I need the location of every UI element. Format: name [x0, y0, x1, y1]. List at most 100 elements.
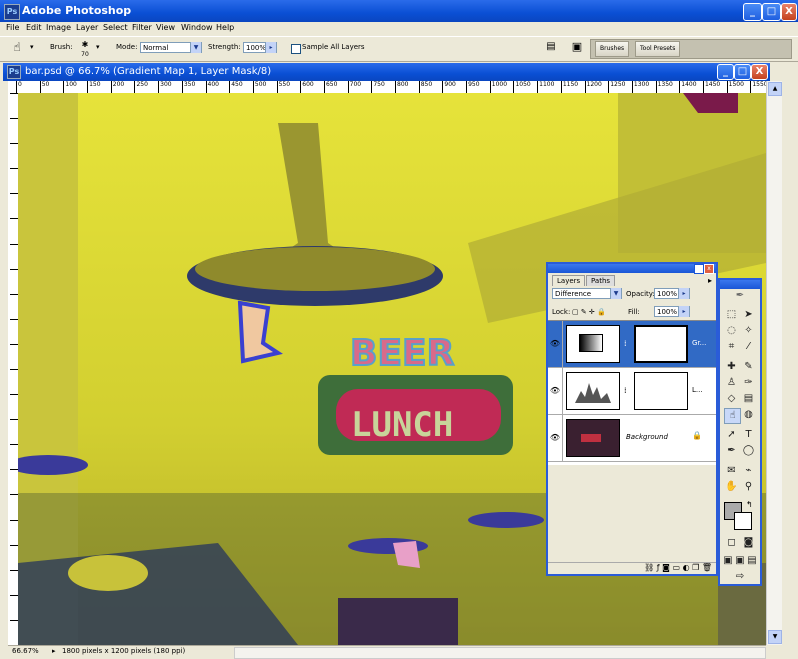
close-button[interactable]: X	[781, 3, 797, 21]
palette-menu-icon[interactable]: ▸	[708, 276, 712, 285]
eraser-tool-icon[interactable]: ◇	[724, 392, 739, 406]
jump-to-imageready-icon[interactable]: ⇨	[724, 570, 756, 584]
zoom-level[interactable]: 66.67%	[12, 647, 39, 655]
lock-icons[interactable]: ▢ ✎ ✛ 🔒	[572, 308, 606, 316]
eye-icon[interactable]: 👁	[548, 321, 563, 367]
layer-row[interactable]: 👁 ⁞ L...	[548, 368, 716, 415]
healing-brush-icon[interactable]: ✚	[724, 360, 739, 374]
status-bar: 66.67% ▸ 1800 pixels x 1200 pixels (180 …	[8, 645, 766, 659]
layer-row[interactable]: 👁 ⁞ Gr...	[548, 321, 716, 368]
dodge-tool-icon[interactable]: ◍	[741, 408, 756, 422]
ruler-tick-mark	[537, 81, 539, 93]
shape-tool-icon[interactable]: ◯	[741, 444, 756, 458]
layer-row[interactable]: 👁 Background 🔒	[548, 415, 716, 462]
brush-tool-icon[interactable]: ✎	[741, 360, 756, 374]
palette-options-icon[interactable]: ▤	[544, 41, 558, 55]
layer-style-icon[interactable]: ƒ	[657, 563, 660, 572]
smudge-tool-icon[interactable]: ☝	[724, 408, 741, 424]
crop-tool-icon[interactable]: ⌗	[724, 340, 739, 354]
eye-icon[interactable]: 👁	[548, 415, 563, 461]
marquee-tool-icon[interactable]: ⬚	[724, 308, 739, 322]
layer-mask-thumbnail[interactable]	[634, 372, 688, 410]
brush-preset-picker[interactable]: ✱ 70	[78, 40, 92, 58]
ruler-tick-mark	[10, 218, 18, 220]
eye-icon[interactable]: 👁	[548, 368, 563, 414]
vertical-scrollbar[interactable]: ▲ ▼	[766, 81, 782, 645]
minimize-button[interactable]: _	[743, 3, 762, 21]
adjustment-layer-icon[interactable]: ◐	[683, 563, 690, 572]
zoom-tool-icon[interactable]: ⚲	[741, 480, 756, 494]
add-mask-icon[interactable]: ◙	[662, 563, 670, 572]
ruler-tick-label: 400	[207, 81, 219, 88]
scroll-down-icon[interactable]: ▼	[768, 630, 782, 644]
ruler-tick-mark	[10, 494, 18, 496]
link-layers-icon[interactable]: ⛓	[644, 563, 654, 572]
hand-tool-icon[interactable]: ✋	[724, 480, 739, 494]
type-tool-icon[interactable]: T	[741, 428, 756, 442]
scroll-up-icon[interactable]: ▲	[768, 82, 782, 96]
menu-window[interactable]: Window	[181, 23, 213, 32]
brush-size: 70	[81, 51, 89, 58]
ruler-tick-mark	[10, 444, 18, 446]
menu-filter[interactable]: Filter	[132, 23, 152, 32]
menu-file[interactable]: File	[6, 23, 19, 32]
palette-minimize-icon[interactable]	[694, 264, 704, 274]
ruler-tick-mark	[395, 81, 396, 93]
screen-mode-standard-icon[interactable]: ▣	[722, 554, 734, 568]
tab-layers[interactable]: Layers	[552, 275, 586, 286]
doc-minimize-button[interactable]: _	[717, 64, 734, 80]
smudge-tool-icon[interactable]: ☝	[6, 40, 28, 57]
new-set-icon[interactable]: ▭	[672, 563, 680, 572]
ruler-tick-label: 350	[183, 81, 196, 88]
photoshop-icon[interactable]: Ps	[4, 4, 20, 20]
path-selection-icon[interactable]: ➚	[724, 428, 739, 442]
mode-select[interactable]: Normal ▼	[140, 42, 202, 53]
horizontal-scrollbar[interactable]	[234, 647, 766, 659]
blend-mode-value: Difference	[555, 290, 592, 298]
doc-restore-button[interactable]: □	[734, 64, 751, 80]
quick-mask-icon[interactable]: ◙	[741, 536, 756, 550]
strength-field[interactable]: 100% ▸	[243, 42, 277, 53]
lasso-tool-icon[interactable]: ◌	[724, 324, 739, 338]
palette-close-icon[interactable]: x	[704, 264, 714, 274]
background-color-swatch[interactable]	[734, 512, 752, 530]
magic-wand-icon[interactable]: ✧	[741, 324, 756, 338]
standard-mode-icon[interactable]: ◻	[724, 536, 739, 550]
ruler-tick-mark	[442, 81, 444, 93]
screen-mode-full-icon[interactable]: ▤	[746, 554, 758, 568]
move-tool-icon[interactable]: ➤	[741, 308, 756, 322]
notes-tool-icon[interactable]: ✉	[724, 464, 739, 478]
layer-mask-thumbnail[interactable]	[634, 325, 688, 363]
brushes-tab[interactable]: Brushes	[595, 41, 630, 57]
sample-all-layers-checkbox[interactable]	[291, 44, 301, 54]
new-layer-icon[interactable]: ❐	[692, 563, 699, 572]
menu-view[interactable]: View	[156, 23, 175, 32]
menu-layer[interactable]: Layer	[76, 23, 98, 32]
screen-mode-full-menu-icon[interactable]: ▣	[734, 554, 746, 568]
swap-colors-icon[interactable]: ↰	[746, 500, 753, 509]
doc-close-button[interactable]: X	[751, 64, 768, 80]
tab-paths[interactable]: Paths	[586, 275, 616, 286]
eyedropper-icon[interactable]: ⌁	[741, 464, 756, 478]
tool-presets-tab[interactable]: Tool Presets	[635, 41, 681, 57]
gradient-tool-icon[interactable]: ▤	[741, 392, 756, 406]
menu-edit[interactable]: Edit	[26, 23, 42, 32]
clone-stamp-icon[interactable]: ♙	[724, 376, 739, 390]
tools-titlebar[interactable]	[720, 280, 760, 289]
history-brush-icon[interactable]: ✑	[741, 376, 756, 390]
menu-select[interactable]: Select	[103, 23, 128, 32]
layer-name: Gr...	[692, 339, 707, 347]
menu-help[interactable]: Help	[216, 23, 234, 32]
restore-button[interactable]: □	[762, 3, 781, 21]
pen-tool-icon[interactable]: ✒	[724, 444, 739, 458]
ruler-tick-mark	[10, 118, 18, 120]
ruler-tick-label: 0	[18, 81, 22, 88]
trash-icon[interactable]: 🗑	[702, 563, 712, 572]
layers-palette-titlebar[interactable]: x	[548, 264, 716, 274]
file-browser-icon[interactable]: ▣	[568, 40, 586, 56]
blend-mode-select[interactable]: Difference ▼	[552, 288, 622, 299]
menu-image[interactable]: Image	[46, 23, 71, 32]
opacity-field[interactable]: 100% ▸	[654, 288, 690, 299]
fill-field[interactable]: 100% ▸	[654, 306, 690, 317]
slice-tool-icon[interactable]: ⁄	[741, 340, 756, 354]
